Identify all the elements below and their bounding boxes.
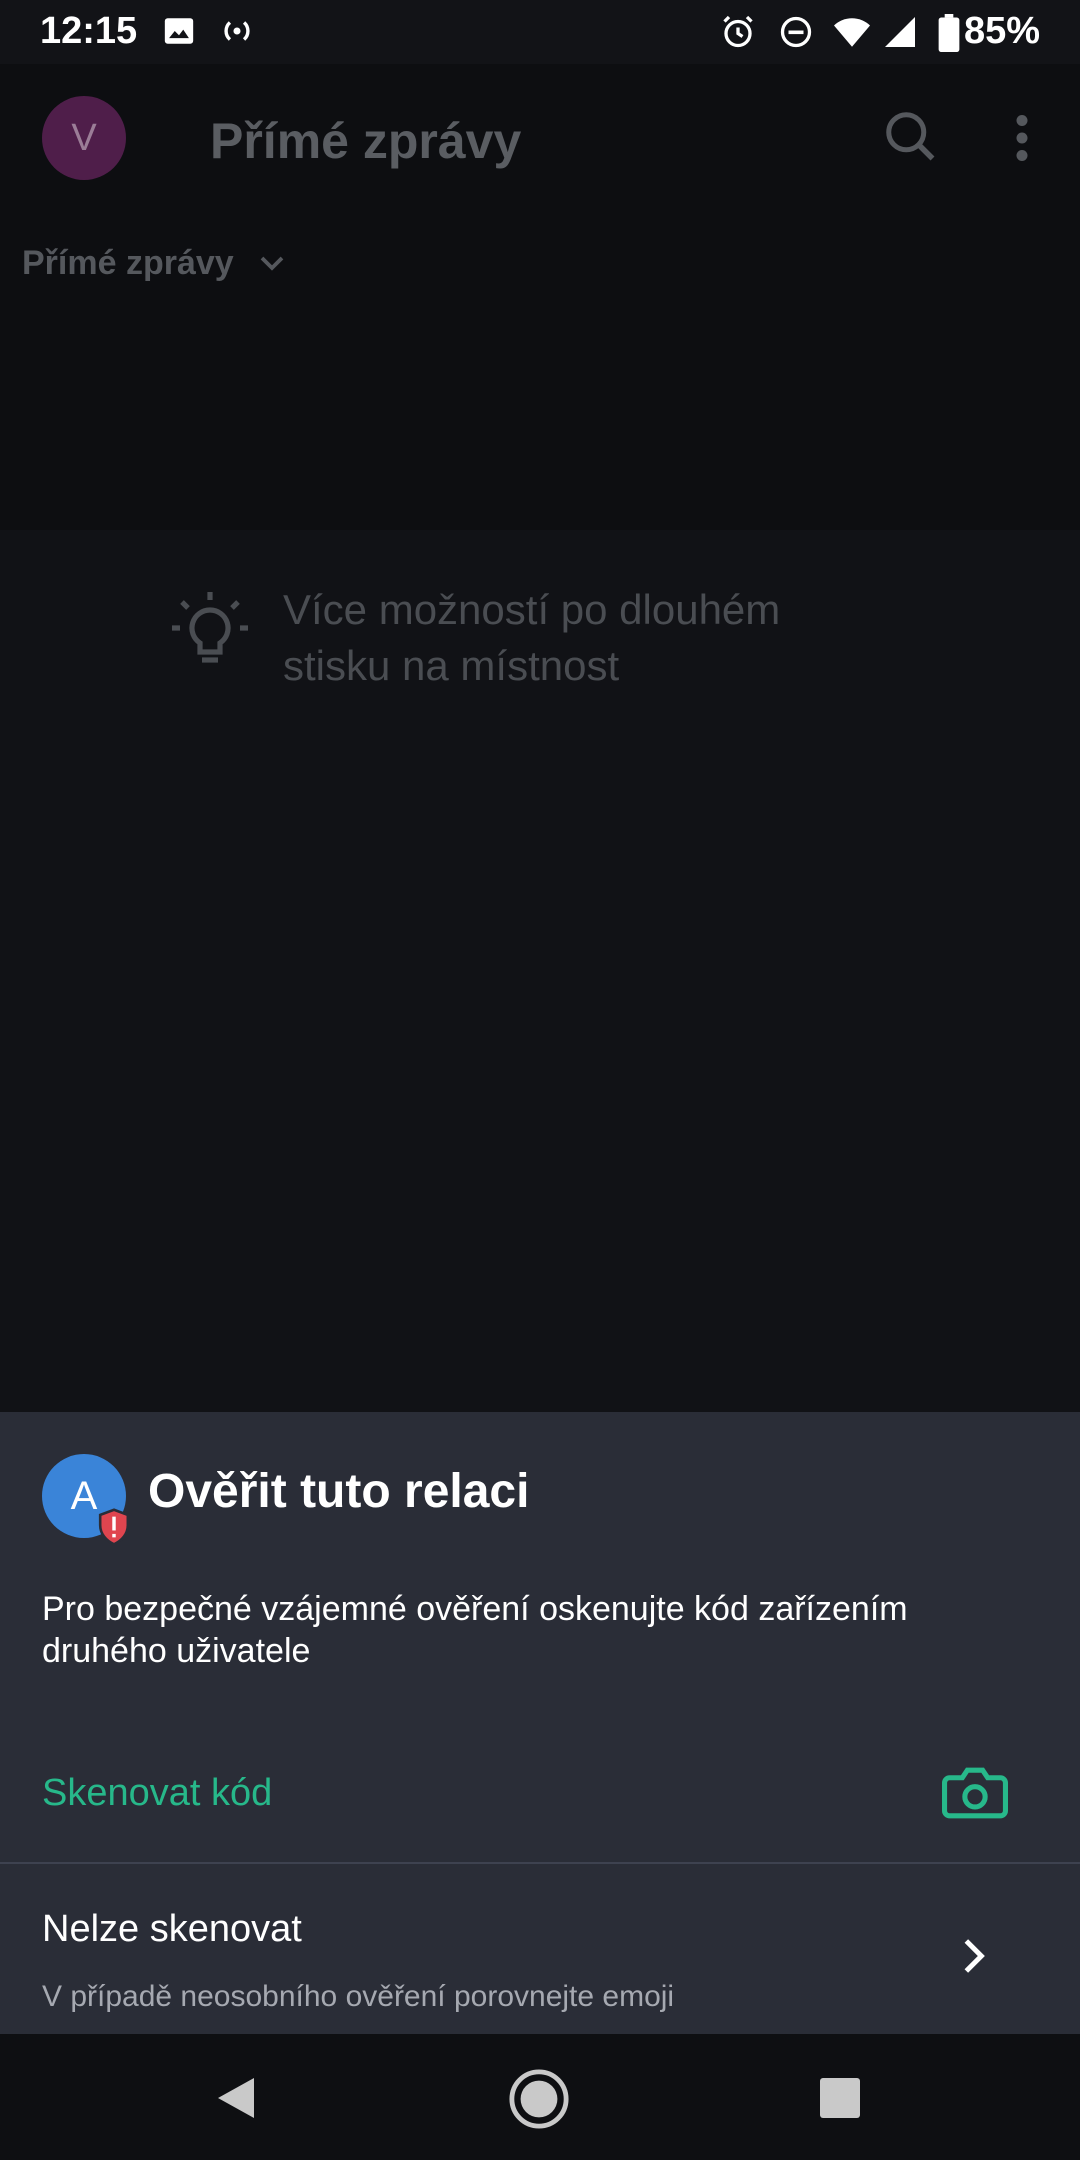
scan-code-button[interactable]: Skenovat kód	[0, 1732, 1080, 1862]
broadcast-icon	[218, 14, 256, 53]
cant-scan-subtitle: V případě neosobního ověření porovnejte …	[42, 1980, 675, 2013]
recents-icon[interactable]	[818, 2076, 862, 2125]
battery-percent: 85%	[963, 10, 1040, 52]
verify-session-sheet: A Ověřit tuto relaci Pro bezpečné vzájem…	[0, 1412, 1080, 2034]
status-bar: 12:15 85%	[0, 0, 1080, 64]
hint-text: Více možností po dlouhém stisku na místn…	[283, 582, 780, 694]
dnd-icon	[778, 14, 814, 55]
room-list-empty: Více možností po dlouhém stisku na místn…	[0, 530, 1080, 1430]
status-time: 12:15	[40, 10, 138, 52]
hint-line-1: Více možností po dlouhém	[283, 586, 781, 633]
cant-scan-title: Nelze skenovat	[42, 1908, 302, 1950]
camera-icon	[942, 1764, 1008, 1827]
page-title: Přímé zprávy	[210, 113, 522, 169]
cant-scan-button[interactable]: Nelze skenovat V případě neosobního ověř…	[0, 1864, 1080, 2034]
sheet-title: Ověřit tuto relaci	[148, 1465, 530, 1518]
app-content: V Přímé zprávy Přímé zprávy Více možnost…	[0, 64, 1080, 1430]
top-app-bar: V Přímé zprávy	[0, 64, 1080, 210]
system-nav-bar	[0, 2034, 1080, 2160]
chevron-down-icon[interactable]	[256, 248, 288, 283]
more-vert-icon[interactable]	[1008, 108, 1036, 173]
session-avatar-letter: A	[70, 1473, 98, 1518]
alarm-icon	[720, 14, 756, 55]
sheet-description: Pro bezpečné vzájemné ověření oskenujte …	[42, 1590, 908, 1670]
avatar-letter: V	[71, 116, 97, 159]
hint-line-2: stisku na místnost	[283, 642, 620, 689]
image-icon	[162, 14, 196, 53]
lightbulb-icon	[170, 590, 250, 679]
scan-code-label: Skenovat kód	[42, 1772, 273, 1814]
search-icon[interactable]	[880, 106, 940, 171]
back-icon[interactable]	[214, 2074, 258, 2127]
wifi-icon	[832, 14, 872, 55]
shield-warning-icon	[96, 1508, 132, 1551]
home-icon[interactable]	[508, 2068, 570, 2135]
filter-label[interactable]: Přímé zprávy	[22, 244, 234, 283]
chevron-right-icon	[960, 1936, 986, 1981]
battery-icon	[938, 14, 960, 57]
user-avatar[interactable]: V	[42, 96, 126, 180]
signal-icon	[882, 14, 918, 55]
